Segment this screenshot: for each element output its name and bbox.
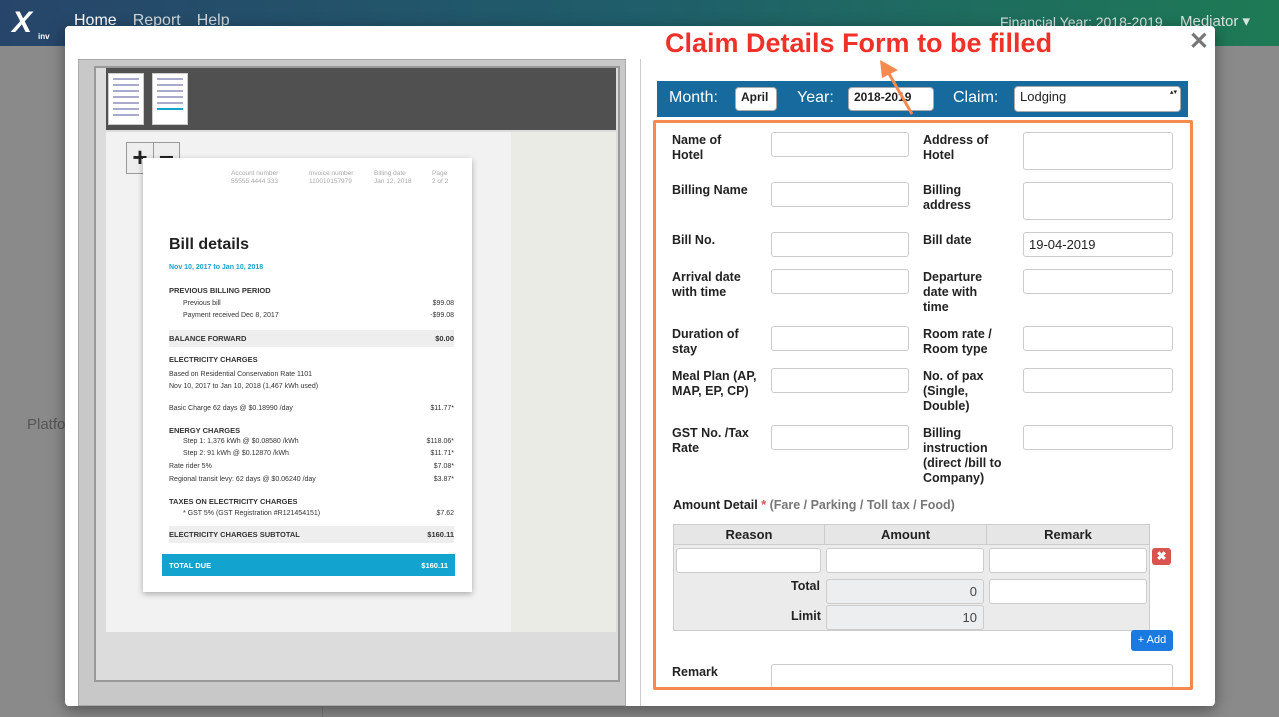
claim-details-form: Name of Hotel Address of Hotel Billing N… xyxy=(653,120,1193,690)
add-row-button[interactable]: + Add xyxy=(1131,630,1173,651)
bill-line-item: Step 1: 1,376 kWh @ $0.08580 /kWh $118.06… xyxy=(183,438,454,445)
remark-column-header: Remark xyxy=(987,525,1150,545)
pax-input[interactable] xyxy=(1023,368,1173,393)
meal-plan-input[interactable] xyxy=(771,368,909,393)
logo-subtext: inv xyxy=(38,32,50,41)
remark-textarea[interactable] xyxy=(771,664,1173,687)
year-label: Year: xyxy=(797,89,834,106)
meal-plan-label: Meal Plan (AP, MAP, EP, CP) xyxy=(672,369,757,398)
total-value: 0 xyxy=(826,579,984,604)
delete-row-button[interactable]: ✖ xyxy=(1152,548,1171,565)
bill-line-item: ENERGY CHARGES xyxy=(169,426,241,435)
amount-input[interactable] xyxy=(826,548,984,573)
bill-line-item: Based on Residential Conservation Rate 1… xyxy=(169,371,313,378)
month-select[interactable]: April xyxy=(735,87,777,111)
departure-input[interactable] xyxy=(1023,269,1173,294)
bill-line-item: ELECTRICITY CHARGES SUBTOTAL $160.11 xyxy=(169,526,454,543)
bill-meta-account: Account number 55555 4444 333 xyxy=(231,170,279,185)
name-of-hotel-input[interactable] xyxy=(771,132,909,157)
amount-column-header: Amount xyxy=(825,525,987,545)
remark-label: Remark xyxy=(672,665,718,679)
departure-label: Departure date with time xyxy=(923,270,983,314)
annotation-arrow-icon xyxy=(880,60,914,115)
name-of-hotel-label: Name of Hotel xyxy=(672,133,722,162)
bill-line-item: ELECTRICITY CHARGES xyxy=(169,355,258,364)
address-of-hotel-textarea[interactable] xyxy=(1023,132,1173,170)
arrival-input[interactable] xyxy=(771,269,909,294)
page-thumbnail-1[interactable] xyxy=(108,73,144,125)
bill-title: Bill details xyxy=(169,236,250,253)
arrival-label: Arrival date with time xyxy=(672,270,741,299)
total-label: Total xyxy=(791,579,820,593)
bill-line-item: BALANCE FORWARD $0.00 xyxy=(169,330,454,347)
pax-label: No. of pax (Single, Double) xyxy=(923,369,984,413)
bill-line-item: Payment received Dec 8, 2017 -$99.08 xyxy=(183,312,454,319)
claim-type-select[interactable]: Lodging xyxy=(1014,86,1181,112)
pdf-viewer: + − Account number 55555 4444 333 Invoice… xyxy=(94,66,620,682)
billing-instruction-input[interactable] xyxy=(1023,425,1173,450)
bill-meta-invoice: Invoice number 110010157979 xyxy=(309,170,354,185)
reason-input[interactable] xyxy=(676,548,821,573)
background-partial-text: Platfo xyxy=(27,416,66,433)
bill-line-item: Step 2: 91 kWh @ $0.12870 /kWh $11.71* xyxy=(183,450,454,457)
reason-column-header: Reason xyxy=(674,525,825,545)
bill-line-item: Nov 10, 2017 to Jan 10, 2018 (1,467 kWh … xyxy=(169,383,319,390)
bill-page: Account number 55555 4444 333 Invoice num… xyxy=(143,158,472,592)
bill-period: Nov 10, 2017 to Jan 10, 2018 xyxy=(169,264,264,271)
gst-label: GST No. /Tax Rate xyxy=(672,426,749,455)
bill-line-item: TAXES ON ELECTRICITY CHARGES xyxy=(169,497,298,506)
month-label: Month: xyxy=(669,89,718,106)
bill-line-item: PREVIOUS BILLING PERIOD xyxy=(169,286,271,295)
close-icon[interactable]: ✕ xyxy=(1189,30,1209,54)
billing-address-label: Billing address xyxy=(923,183,971,212)
limit-label: Limit xyxy=(791,609,821,623)
remark-row-input[interactable] xyxy=(989,548,1147,573)
bill-no-input[interactable] xyxy=(771,232,909,257)
room-rate-input[interactable] xyxy=(1023,326,1173,351)
claim-type-value: Lodging xyxy=(1020,89,1067,104)
logo-text: X xyxy=(12,6,33,39)
viewer-side-strip xyxy=(511,132,616,632)
annotation-callout: Claim Details Form to be filled xyxy=(665,28,1053,58)
page-canvas[interactable]: + − Account number 55555 4444 333 Invoice… xyxy=(106,132,511,632)
bill-meta-page: Page 2 of 2 xyxy=(432,170,449,185)
claim-form-pane: Month: April Year: 2018-2019 Claim: Lodg… xyxy=(640,59,1206,706)
billing-instruction-label: Billing instruction (direct /bill to Com… xyxy=(923,426,1002,485)
page-thumbnail-2[interactable] xyxy=(152,73,188,125)
claim-label: Claim: xyxy=(953,89,999,106)
total-remark-input[interactable] xyxy=(989,579,1147,604)
room-rate-label: Room rate / Room type xyxy=(923,327,992,356)
bill-line-item: Regional transit levy: 62 days @ $0.0624… xyxy=(169,476,454,483)
claim-header-bar: Month: April Year: 2018-2019 Claim: Lodg… xyxy=(657,81,1188,117)
billing-name-label: Billing Name xyxy=(672,183,748,197)
claim-modal: ✕ + − Account number 55555 4444 333 Invoi… xyxy=(65,26,1215,706)
document-viewer-pane: + − Account number 55555 4444 333 Invoice… xyxy=(78,59,626,706)
limit-value: 10 xyxy=(826,605,984,630)
bill-date-label: Bill date xyxy=(923,233,972,247)
billing-address-textarea[interactable] xyxy=(1023,182,1173,220)
duration-input[interactable] xyxy=(771,326,909,351)
bill-total-due: TOTAL DUE $160.11 xyxy=(162,554,455,576)
duration-label: Duration of stay xyxy=(672,327,739,356)
thumbnail-bar xyxy=(106,68,616,130)
bill-line-item: * GST 5% (GST Registration #R121454151) $… xyxy=(183,510,454,517)
bill-line-item: Previous bill $99.08 xyxy=(183,300,454,307)
bill-no-label: Bill No. xyxy=(672,233,716,247)
bill-meta-date: Billing date Jan 12, 2018 xyxy=(374,170,412,185)
amount-detail-table: Reason Amount Remark Total 0 Limit 10 xyxy=(673,524,1150,631)
amount-detail-heading: Amount Detail * (Fare / Parking / Toll t… xyxy=(673,498,955,512)
billing-name-input[interactable] xyxy=(771,182,909,207)
bill-line-item: Basic Charge 62 days @ $0.18990 /day $11.… xyxy=(169,405,454,412)
address-of-hotel-label: Address of Hotel xyxy=(923,133,989,162)
gst-input[interactable] xyxy=(771,425,909,450)
app-logo[interactable]: Xinv xyxy=(12,6,50,41)
bill-line-item: Rate rider 5% $7.08* xyxy=(169,463,454,470)
bill-date-input[interactable]: 19-04-2019 xyxy=(1023,232,1173,257)
